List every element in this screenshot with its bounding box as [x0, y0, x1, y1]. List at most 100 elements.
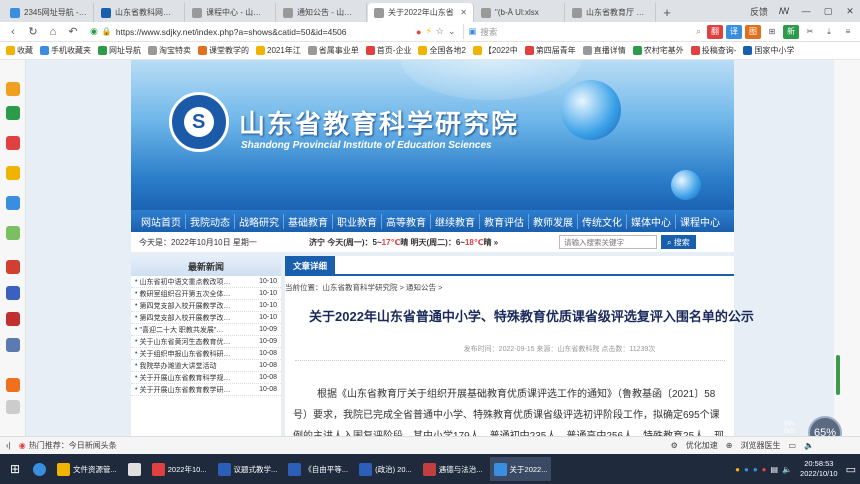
taskbar-item[interactable]: (政治) 20...	[355, 457, 416, 481]
bookmark-item[interactable]: 课堂教学的	[198, 45, 249, 56]
nav-item[interactable]: 网站首页	[137, 213, 186, 229]
taskbar-item[interactable]: 2022年10...	[148, 457, 211, 481]
menu-icon[interactable]: ꟿ	[774, 0, 794, 22]
sidebar-app-icon[interactable]	[6, 82, 20, 96]
star-icon[interactable]: ☆	[436, 26, 444, 37]
taskbar-item[interactable]: 文件资源管...	[53, 457, 121, 481]
new-tab-button[interactable]: +	[657, 3, 677, 22]
bookmark-item[interactable]: 首页-企业	[365, 45, 411, 56]
tray-app-icon[interactable]: ●	[753, 465, 758, 474]
browser-tab[interactable]: 课程中心 - 山东省	[186, 3, 276, 22]
nav-item[interactable]: 战略研究	[235, 213, 284, 229]
sidebar-app-icon[interactable]	[6, 260, 20, 274]
toolbar-app-icon[interactable]: 新	[783, 24, 799, 39]
search-icon[interactable]: ⌕	[696, 26, 701, 37]
sidebar-collapse-icon[interactable]	[6, 400, 20, 414]
browser-tab[interactable]: "(b-Å Ul:xlsx	[475, 3, 565, 22]
url-field[interactable]: ◉ 🔒 https://www.sdjky.net/index.php?a=sh…	[84, 24, 414, 40]
news-item[interactable]: • 第四党支部入校开展教学改… 10-10	[131, 312, 281, 324]
article-tab[interactable]: 文章详细	[285, 256, 336, 276]
nav-item[interactable]: 高等教育	[382, 213, 431, 229]
sidebar-app-icon[interactable]	[6, 378, 20, 392]
news-item[interactable]: • 我院举办潍道大讲堂活动 10-08	[131, 360, 281, 372]
back-icon[interactable]: ‹	[4, 23, 22, 41]
news-item[interactable]: • 山东省初中语文重点教改项… 10-10	[131, 276, 281, 288]
browser-tab[interactable]: 山东省教育厅 公告	[566, 3, 656, 22]
tray-app-icon[interactable]: ●	[735, 465, 740, 474]
taskbar-item[interactable]: 遇德与法治...	[419, 457, 487, 481]
nav-item[interactable]: 教师发展	[529, 213, 578, 229]
news-item[interactable]: • 关于组织申报山东省教科研… 10-08	[131, 348, 281, 360]
sidebar-app-icon[interactable]	[6, 312, 20, 326]
news-item[interactable]: • 关于开展山东省教育科学规… 10-08	[131, 372, 281, 384]
close-tab-icon[interactable]: ✕	[460, 8, 467, 17]
bookmark-item[interactable]: 手机收藏夹	[40, 45, 91, 56]
scrollbar-thumb[interactable]	[836, 355, 840, 395]
browser-tab[interactable]: 2345网址导航 - 到	[4, 3, 94, 22]
news-item[interactable]: • 关于山东省黄河生态教育优… 10-09	[131, 336, 281, 348]
scissors-icon[interactable]: ✂	[802, 24, 818, 39]
bookmark-item[interactable]: 国家中小学	[743, 45, 794, 56]
sidebar-app-icon[interactable]	[6, 136, 20, 150]
news-item[interactable]: • "喜迎二十大 职教共发展"… 10-09	[131, 324, 281, 336]
download-icon[interactable]: ⤓	[821, 24, 837, 39]
bookmark-item[interactable]: 2021年江	[256, 45, 301, 56]
grid-icon[interactable]: ⊞	[764, 24, 780, 39]
browser-doctor-button[interactable]: 浏览器医生	[740, 440, 780, 451]
nav-item[interactable]: 课程中心	[676, 214, 724, 229]
network-icon[interactable]: ▤	[771, 465, 779, 474]
sidebar-app-icon[interactable]	[6, 106, 20, 120]
feedback-button[interactable]: 反馈	[746, 0, 772, 22]
browser-tab[interactable]: 通知公告 - 山东省	[277, 3, 367, 22]
toolbar-app-icon[interactable]: 译	[726, 24, 742, 39]
bookmark-item[interactable]: 【2022中	[472, 45, 518, 56]
bookmark-item[interactable]: 全国各地2	[418, 45, 466, 56]
system-clock[interactable]: 20:58:53 2022/10/10	[796, 459, 842, 479]
bookmark-item[interactable]: 农村宅基外	[632, 45, 684, 56]
tray-app-icon[interactable]: ●	[744, 465, 749, 474]
hamburger-menu-icon[interactable]: ≡	[840, 24, 856, 39]
bookmark-item[interactable]: 收藏	[6, 45, 33, 56]
browser-tab[interactable]: 关于2022年山东省 ✕	[368, 3, 474, 22]
weather-text[interactable]: 济宁 今天(周一)：5~17℃晴 明天(周二)：6~18℃晴 »	[309, 237, 559, 248]
back-arrow-icon[interactable]: ‹|	[6, 441, 11, 450]
window-icon[interactable]: ▭	[788, 441, 796, 450]
nav-item[interactable]: 我院动态	[186, 213, 235, 229]
ie-browser-icon[interactable]	[29, 457, 50, 481]
nav-item[interactable]: 媒体中心	[627, 213, 676, 229]
site-search-button[interactable]: ⌕ 搜索	[661, 235, 696, 249]
maximize-button[interactable]: ▢	[818, 0, 838, 22]
undo-icon[interactable]: ↶	[64, 23, 82, 41]
notification-icon[interactable]: ▭	[846, 463, 856, 476]
hot-recommend-text[interactable]: 热门推荐：今日新闻头条	[29, 440, 117, 451]
extension-icon[interactable]: ●	[416, 27, 421, 37]
news-item[interactable]: • 第四党支部入校开展教学改… 10-10	[131, 300, 281, 312]
bookmark-item[interactable]: 省属事业单	[307, 45, 359, 56]
bookmark-item[interactable]: 网址导航	[98, 45, 141, 56]
taskbar-item[interactable]	[124, 457, 145, 481]
refresh-icon[interactable]: ↻	[24, 23, 42, 41]
optimize-button[interactable]: 优化加速	[686, 440, 718, 451]
taskbar-item[interactable]: 议题式教学...	[214, 457, 282, 481]
news-item[interactable]: • 关于开展山东省教育教学研… 10-08	[131, 384, 281, 396]
news-item[interactable]: • 教研室组织召开第五次全体… 10-10	[131, 288, 281, 300]
toolbar-app-icon[interactable]: 翻	[707, 24, 723, 39]
breadcrumb[interactable]: 当前位置：山东省教育科学研究院 > 通知公告 >	[285, 282, 443, 293]
bookmark-item[interactable]: 投稿查询-	[690, 45, 736, 56]
dropdown-icon[interactable]: ⌄	[448, 26, 456, 37]
bookmark-item[interactable]: 第四届青年	[524, 45, 576, 56]
browser-tab[interactable]: 山东省教科网院站	[95, 3, 185, 22]
sidebar-app-icon[interactable]	[6, 286, 20, 300]
browser-search-box[interactable]: ▣ 搜索 ⌕	[463, 24, 705, 39]
sidebar-app-icon[interactable]	[6, 338, 20, 352]
minimize-button[interactable]: —	[796, 0, 816, 22]
windows-start-icon[interactable]: ⊞	[4, 458, 26, 480]
site-search-input[interactable]	[559, 235, 657, 249]
taskbar-item[interactable]: 《自由平等...	[284, 457, 352, 481]
toolbar-app-icon[interactable]: 图	[745, 24, 761, 39]
nav-item[interactable]: 传统文化	[578, 213, 627, 229]
nav-item[interactable]: 职业教育	[333, 213, 382, 229]
bookmark-item[interactable]: 直播详情	[582, 45, 626, 56]
sidebar-app-icon[interactable]	[6, 166, 20, 180]
tray-app-icon[interactable]: ●	[762, 465, 767, 474]
